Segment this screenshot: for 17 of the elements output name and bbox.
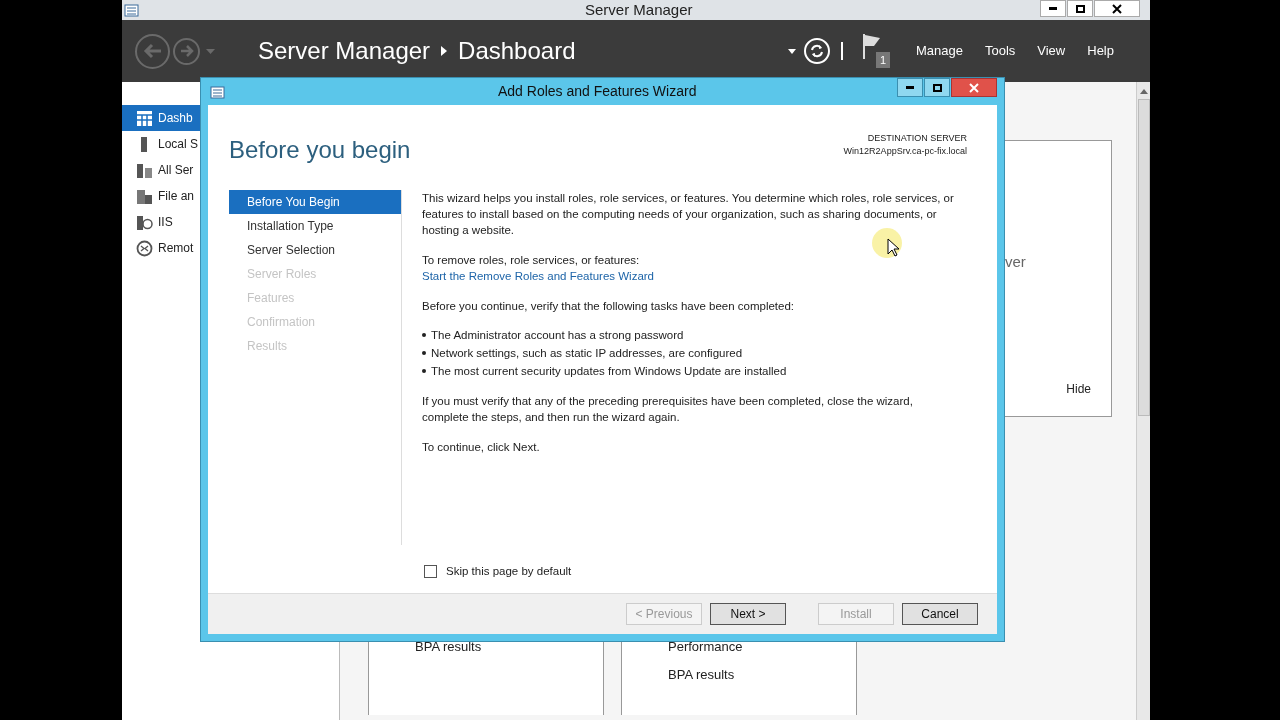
window-title: Server Manager xyxy=(585,0,693,20)
notification-badge: 1 xyxy=(875,52,891,68)
paragraph: Before you continue, verify that the following tasks have been completed: xyxy=(422,299,796,314)
bullet-text: The Administrator account has a strong password xyxy=(431,328,684,343)
paragraph: If you must verify that any of the preceding prerequisites have been completed, close the wizard, complete the steps, and then run the wizard again. xyxy=(422,394,914,425)
destination-label: DESTINATION SERVER xyxy=(867,132,967,145)
wizard-title: Add Roles and Features Wizard xyxy=(498,82,697,101)
bullet-text: Network settings, such as static IP addresses, are configured xyxy=(431,346,743,361)
paragraph: To continue, click Next. xyxy=(422,440,541,455)
paragraph: To remove roles, role services, or features: xyxy=(422,253,641,268)
page-heading: Before you begin xyxy=(229,135,411,165)
breadcrumb-current: Dashboard xyxy=(458,36,576,66)
card-text: ver xyxy=(1005,252,1027,272)
paragraph: This wizard helps you install roles, role services, or features. You determine which roles, role services, or features to install based on the computing needs of your organization, such as sharing documents, or hosting a website. xyxy=(422,191,955,238)
bullet-text: The most current security updates from Windows Update are installed xyxy=(431,364,787,379)
checkbox-label: Skip this page by default xyxy=(446,564,572,579)
destination-server: Win12R2AppSrv.ca-pc-fix.local xyxy=(843,145,967,158)
